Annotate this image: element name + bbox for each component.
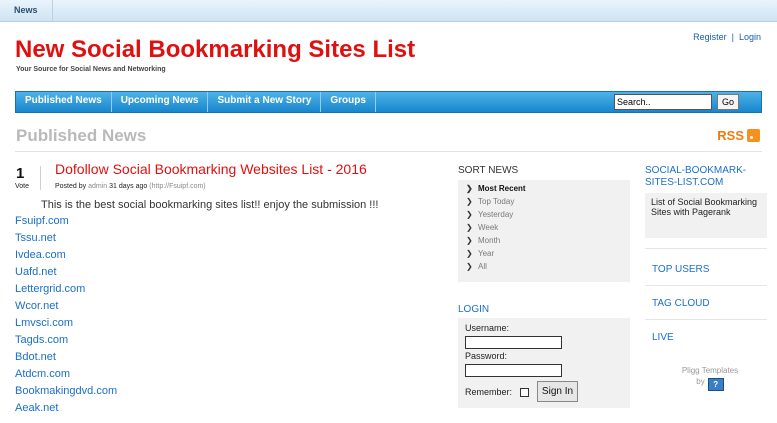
remember-checkbox[interactable] (520, 388, 529, 397)
username-label: Username: (465, 323, 510, 333)
search-go-button[interactable]: Go (717, 94, 739, 110)
site-title[interactable]: New Social Bookmarking Sites List (15, 36, 415, 64)
pligg-logo-icon[interactable]: ? (707, 378, 724, 391)
list-item[interactable]: Ivdea.com (15, 249, 117, 266)
sidebar-divider (645, 319, 767, 320)
login-link[interactable]: Login (739, 32, 761, 42)
sort-option-label: Month (478, 236, 501, 245)
sort-option-year[interactable]: ❯ Year (466, 249, 630, 262)
chevron-right-icon: ❯ (466, 210, 473, 219)
sort-option-month[interactable]: ❯ Month (466, 236, 630, 249)
page-title: Published News (16, 126, 147, 145)
sort-option-all[interactable]: ❯ All (466, 262, 630, 275)
sort-option-yesterday[interactable]: ❯ Yesterday (466, 210, 630, 223)
vote-count[interactable]: 1 (16, 165, 24, 182)
sort-option-label: Most Recent (478, 184, 526, 193)
list-item[interactable]: Wcor.net (15, 300, 117, 317)
sort-news-list: ❯ Most Recent ❯ Top Today ❯ Yesterday ❯ Week… (458, 180, 630, 275)
sort-option-label: Yesterday (478, 210, 514, 219)
password-label: Password: (465, 351, 508, 361)
chevron-right-icon: ❯ (466, 262, 473, 271)
list-item[interactable]: Uafd.net (15, 266, 117, 283)
nav-submit-story[interactable]: Submit a New Story (208, 92, 322, 112)
chevron-right-icon: ❯ (466, 249, 473, 258)
nav-groups[interactable]: Groups (321, 92, 376, 112)
story-source[interactable]: (http://Fsuipf.com) (149, 183, 205, 190)
main-navbar: Published News Upcoming News Submit a Ne… (15, 91, 762, 113)
site-tagline: Your Source for Social News and Networki… (16, 66, 166, 73)
list-item[interactable]: Lmvsci.com (15, 317, 117, 334)
story-body: This is the best social bookmarking site… (41, 199, 379, 211)
search-input[interactable] (614, 94, 712, 110)
list-item[interactable]: Bdot.net (15, 351, 117, 368)
list-item[interactable]: Lettergrid.com (15, 283, 117, 300)
vote-divider (40, 166, 41, 190)
chevron-right-icon: ❯ (466, 236, 473, 245)
sort-option-week[interactable]: ❯ Week (466, 223, 630, 236)
story-link-list: Fsuipf.com Tssu.net Ivdea.com Uafd.net L… (15, 215, 117, 419)
heading-divider (15, 151, 762, 152)
register-link[interactable]: Register (693, 32, 727, 42)
auth-separator: | (731, 32, 734, 42)
auth-links: Register | Login (693, 32, 761, 42)
chevron-right-icon: ❯ (466, 223, 473, 232)
sort-option-label: Year (478, 249, 495, 258)
pligg-templates-link[interactable]: Pligg Templates (660, 365, 760, 376)
pligg-credit: Pligg Templates by? (660, 365, 760, 391)
sidebar-top-users-link[interactable]: TOP USERS (652, 264, 709, 275)
sign-in-button[interactable]: Sign In (537, 381, 578, 402)
sort-option-top-today[interactable]: ❯ Top Today (466, 197, 630, 210)
sidebar-divider (645, 285, 767, 286)
rss-label: RSS (717, 128, 744, 143)
sidebar-site-title[interactable]: SOCIAL-BOOKMARK-SITES-LIST.COM (645, 165, 767, 189)
list-item[interactable]: Atdcm.com (15, 368, 117, 385)
sort-option-label: Week (478, 223, 499, 232)
nav-upcoming-news[interactable]: Upcoming News (112, 92, 209, 112)
username-field[interactable] (465, 336, 562, 349)
login-title: LOGIN (458, 304, 490, 315)
sort-option-most-recent[interactable]: ❯ Most Recent (466, 184, 630, 197)
sort-option-label: Top Today (478, 197, 515, 206)
story-meta: Posted by admin 31 days ago (http://Fsui… (55, 183, 206, 190)
sidebar-tag-cloud-link[interactable]: TAG CLOUD (652, 298, 710, 309)
sort-option-label: All (478, 262, 487, 271)
pligg-by-label: by (696, 377, 705, 386)
list-item[interactable]: Bookmakingdvd.com (15, 385, 117, 402)
top-bar: News (0, 0, 777, 22)
chevron-right-icon: ❯ (466, 184, 473, 193)
vote-label: Vote (15, 183, 30, 190)
sort-news-title: SORT NEWS (458, 165, 519, 176)
story-age: 31 days ago (109, 183, 148, 190)
list-item[interactable]: Aeak.net (15, 402, 117, 419)
sidebar-site-description: List of Social Bookmarking Sites with Pa… (645, 193, 767, 238)
remember-label: Remember: (465, 387, 513, 397)
sidebar-live-link[interactable]: LIVE (652, 332, 674, 343)
rss-link[interactable]: RSS (717, 128, 760, 143)
password-field[interactable] (465, 364, 562, 377)
list-item[interactable]: Tagds.com (15, 334, 117, 351)
nav-published-news[interactable]: Published News (16, 92, 112, 112)
login-box: Username: Password: Remember: Sign In (458, 318, 630, 408)
topbar-news-tab[interactable]: News (0, 0, 53, 22)
list-item[interactable]: Tssu.net (15, 232, 117, 249)
sort-news-box: ❯ Most Recent ❯ Top Today ❯ Yesterday ❯ Week… (458, 180, 630, 282)
list-item[interactable]: Fsuipf.com (15, 215, 117, 232)
story-title[interactable]: Dofollow Social Bookmarking Websites Lis… (55, 161, 367, 177)
rss-icon (747, 129, 760, 142)
posted-by-label: Posted by (55, 183, 87, 190)
pligg-by-line: by? (660, 376, 760, 391)
chevron-right-icon: ❯ (466, 197, 473, 206)
sidebar-divider (645, 248, 767, 249)
story-author[interactable]: admin (88, 183, 107, 190)
